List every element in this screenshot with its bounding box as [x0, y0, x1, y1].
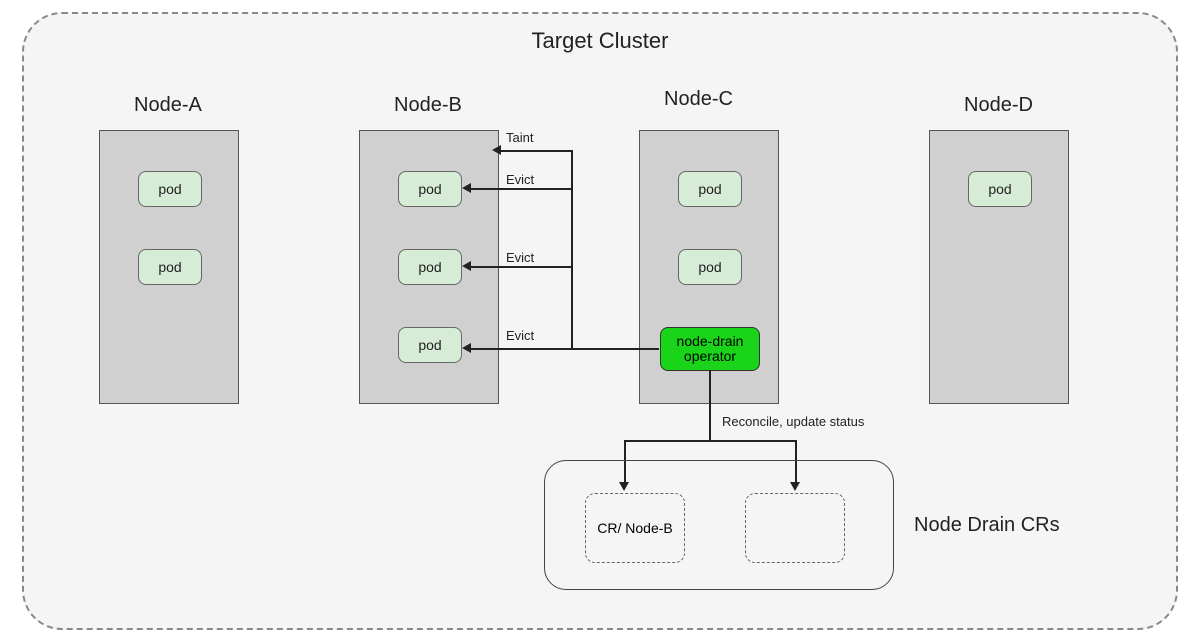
node-c-pod-2: pod: [678, 249, 742, 285]
target-cluster-container: Target Cluster Node-A Node-B Node-C Node…: [22, 12, 1178, 630]
node-drain-operator: node-drain operator: [660, 327, 760, 371]
reconcile-label: Reconcile, update status: [722, 414, 864, 429]
cr-empty-box: [745, 493, 845, 563]
node-c-pod-1: pod: [678, 171, 742, 207]
node-b-pod-3: pod: [398, 327, 462, 363]
taint-line-h: [500, 150, 572, 152]
node-b-pod-1: pod: [398, 171, 462, 207]
evict1-label: Evict: [506, 172, 534, 187]
cluster-title: Target Cluster: [24, 28, 1176, 54]
node-d-label: Node-D: [964, 94, 1033, 117]
node-b-label: Node-B: [394, 94, 462, 117]
node-a-pod-1: pod: [138, 171, 202, 207]
evict2-line-h: [470, 266, 572, 268]
node-drain-crs-container: CR/ Node-B: [544, 460, 894, 590]
node-a-label: Node-A: [134, 94, 202, 117]
node-a-pod-2: pod: [138, 249, 202, 285]
evict2-label: Evict: [506, 250, 534, 265]
node-c-label: Node-C: [664, 88, 733, 111]
evict3-label: Evict: [506, 328, 534, 343]
trunk-vline: [571, 150, 573, 349]
evict3-line-h: [470, 348, 659, 350]
node-b-pod-2: pod: [398, 249, 462, 285]
node-d-box: pod: [929, 130, 1069, 404]
evict1-arrowhead: [462, 183, 471, 193]
reconcile-branch-h: [624, 440, 796, 442]
evict1-line-h: [470, 188, 572, 190]
node-drain-crs-label: Node Drain CRs: [914, 514, 1060, 537]
cr-node-b-box: CR/ Node-B: [585, 493, 685, 563]
evict3-arrowhead: [462, 343, 471, 353]
node-d-pod-1: pod: [968, 171, 1032, 207]
reconcile-vline: [709, 370, 711, 440]
evict2-arrowhead: [462, 261, 471, 271]
taint-arrowhead: [492, 145, 501, 155]
node-a-box: pod pod: [99, 130, 239, 404]
node-c-box: pod pod node-drain operator: [639, 130, 779, 404]
taint-label: Taint: [506, 130, 533, 145]
